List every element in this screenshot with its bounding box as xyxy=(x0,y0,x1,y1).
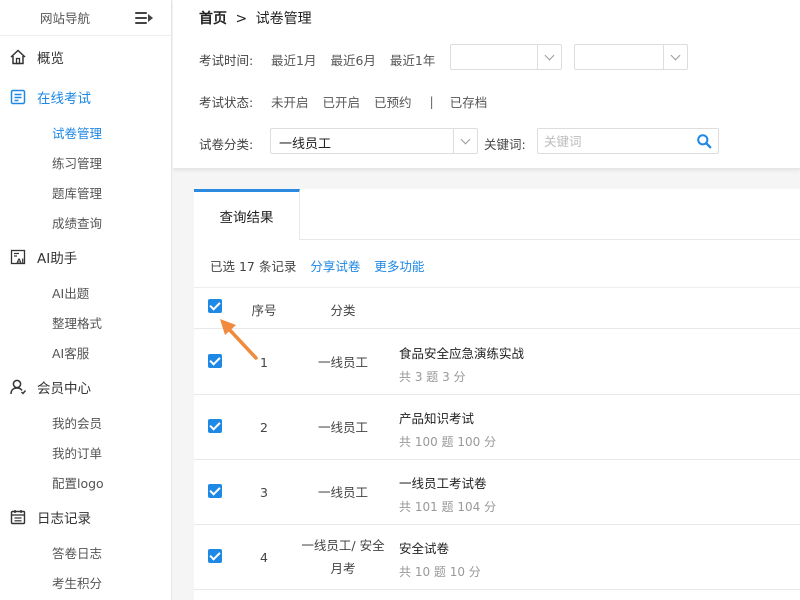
status-filter-row: 考试状态: 未开启 已开启 已预约 | 已存档 xyxy=(199,92,501,111)
keyword-input[interactable] xyxy=(544,132,694,150)
end-date-select[interactable] xyxy=(574,44,688,70)
menu-group-ai-assistant[interactable]: AI AI助手 xyxy=(0,237,171,277)
status-option-archived[interactable]: 已存档 xyxy=(450,92,488,111)
category-filter-row: 试卷分类: xyxy=(199,134,271,153)
row-meta: 共 101 题 104 分 xyxy=(399,500,497,514)
menu-group-label: 会员中心 xyxy=(37,381,91,397)
breadcrumb-current: 试卷管理 xyxy=(255,11,312,27)
status-filter-label: 考试状态: xyxy=(199,95,254,110)
category-select[interactable]: 一线员工 xyxy=(270,128,478,154)
row-title[interactable]: 一线员工考试卷 xyxy=(399,473,487,492)
search-icon[interactable] xyxy=(696,133,712,149)
exam-icon xyxy=(8,87,28,107)
header-category: 分类 xyxy=(330,303,356,318)
tab-query-results[interactable]: 查询结果 xyxy=(194,189,300,240)
selected-count: 已选 17 条记录 xyxy=(210,259,297,274)
svg-text:AI: AI xyxy=(17,257,24,265)
sidebar-title: 网站导航 xyxy=(40,11,91,26)
row-category: 一线员工 xyxy=(317,485,368,500)
category-filter-label: 试卷分类: xyxy=(199,137,254,152)
row-no: 3 xyxy=(260,485,268,500)
start-date-select[interactable] xyxy=(450,44,562,70)
results-tabs: 查询结果 xyxy=(194,189,800,240)
row-category: 一线员工/ 安全月考 xyxy=(301,538,385,576)
menu-item-examinee-points[interactable]: 考生积分 xyxy=(0,567,171,597)
menu-item-ai-support[interactable]: AI客服 xyxy=(0,337,171,367)
menu-item-format[interactable]: 整理格式 xyxy=(0,307,171,337)
row-no: 2 xyxy=(260,420,268,435)
breadcrumb-home[interactable]: 首页 xyxy=(199,11,227,27)
menu-group-label: AI助手 xyxy=(37,251,78,267)
row-category: 一线员工 xyxy=(317,355,368,370)
row-title[interactable]: 食品安全应急演练实战 xyxy=(399,343,524,362)
sidebar-header: 网站导航 xyxy=(0,0,171,36)
row-category: 一线员工 xyxy=(317,420,368,435)
chevron-down-icon xyxy=(453,129,477,153)
user-icon xyxy=(8,377,28,397)
select-all-checkbox[interactable] xyxy=(208,299,222,313)
table-row: 4 一线员工/ 安全月考 安全试卷 共 10 题 10 分 xyxy=(194,525,800,590)
menu-group-logs[interactable]: 日志记录 xyxy=(0,497,171,537)
time-option-1m[interactable]: 最近1月 xyxy=(271,50,316,69)
results-toolbar: 已选 17 条记录 分享试卷 更多功能 xyxy=(210,256,424,275)
menu-item-config-logo[interactable]: 配置logo xyxy=(0,467,171,497)
chevron-down-icon xyxy=(663,45,687,69)
row-checkbox[interactable] xyxy=(208,484,222,498)
row-meta: 共 100 题 100 分 xyxy=(399,435,497,449)
time-filter-label: 考试时间: xyxy=(199,53,254,68)
filter-panel: 首页 > 试卷管理 考试时间: 最近1月 最近6月 最近1年 考试状态: 未开启… xyxy=(173,0,800,169)
table-header: 序号 分类 xyxy=(194,287,800,329)
menu-group-online-exam[interactable]: 在线考试 xyxy=(0,77,171,117)
results-panel: 查询结果 已选 17 条记录 分享试卷 更多功能 序号 分类 1 一线员工 食品… xyxy=(194,189,800,600)
menu-group-overview[interactable]: 概览 xyxy=(0,37,171,77)
time-option-1y[interactable]: 最近1年 xyxy=(390,50,435,69)
menu-item-my-orders[interactable]: 我的订单 xyxy=(0,437,171,467)
row-title[interactable]: 产品知识考试 xyxy=(399,408,474,427)
row-checkbox[interactable] xyxy=(208,549,222,563)
keyword-box xyxy=(537,128,719,154)
time-option-6m[interactable]: 最近6月 xyxy=(330,50,375,69)
breadcrumb-separator: > xyxy=(235,11,248,27)
status-separator: | xyxy=(429,94,434,109)
status-option-not-started[interactable]: 未开启 xyxy=(271,92,309,111)
breadcrumb: 首页 > 试卷管理 xyxy=(199,8,312,28)
ai-icon: AI xyxy=(8,247,28,267)
menu-item-answer-log[interactable]: 答卷日志 xyxy=(0,537,171,567)
menu-item-practice-manage[interactable]: 练习管理 xyxy=(0,147,171,177)
menu-group-label: 日志记录 xyxy=(37,511,91,527)
menu-item-my-membership[interactable]: 我的会员 xyxy=(0,407,171,437)
calendar-icon xyxy=(8,507,28,527)
collapse-menu-icon[interactable] xyxy=(135,11,153,25)
table-row: 1 一线员工 食品安全应急演练实战 共 3 题 3 分 xyxy=(194,330,800,395)
row-no: 4 xyxy=(260,550,268,565)
menu-group-member-center[interactable]: 会员中心 xyxy=(0,367,171,407)
share-paper-link[interactable]: 分享试卷 xyxy=(310,259,360,274)
row-title[interactable]: 安全试卷 xyxy=(399,538,449,557)
home-icon xyxy=(8,47,28,67)
menu-item-ai-questions[interactable]: AI出题 xyxy=(0,277,171,307)
keyword-label: 关键词: xyxy=(484,137,526,152)
menu-item-score-query[interactable]: 成绩查询 xyxy=(0,207,171,237)
chevron-down-icon xyxy=(537,45,561,69)
time-filter-row: 考试时间: 最近1月 最近6月 最近1年 xyxy=(199,50,449,69)
status-option-started[interactable]: 已开启 xyxy=(323,92,361,111)
pointer-arrow-icon xyxy=(220,319,258,360)
menu-group-label: 在线考试 xyxy=(37,91,91,107)
table-row: 2 一线员工 产品知识考试 共 100 题 100 分 xyxy=(194,395,800,460)
category-select-value: 一线员工 xyxy=(279,137,332,152)
status-option-scheduled[interactable]: 已预约 xyxy=(374,92,412,111)
sidebar: 网站导航 概览 在线考试 试卷管理 练习管理 题库管理 成绩查询 AI AI助手… xyxy=(0,0,172,600)
row-meta: 共 10 题 10 分 xyxy=(399,565,481,579)
more-functions-link[interactable]: 更多功能 xyxy=(374,259,424,274)
menu-item-paper-manage[interactable]: 试卷管理 xyxy=(0,117,171,147)
table-row: 3 一线员工 一线员工考试卷 共 101 题 104 分 xyxy=(194,460,800,525)
menu-group-label: 概览 xyxy=(37,51,64,67)
main-content: 首页 > 试卷管理 考试时间: 最近1月 最近6月 最近1年 考试状态: 未开启… xyxy=(173,0,800,600)
menu-item-question-bank[interactable]: 题库管理 xyxy=(0,177,171,207)
row-checkbox[interactable] xyxy=(208,419,222,433)
row-meta: 共 3 题 3 分 xyxy=(399,370,466,384)
